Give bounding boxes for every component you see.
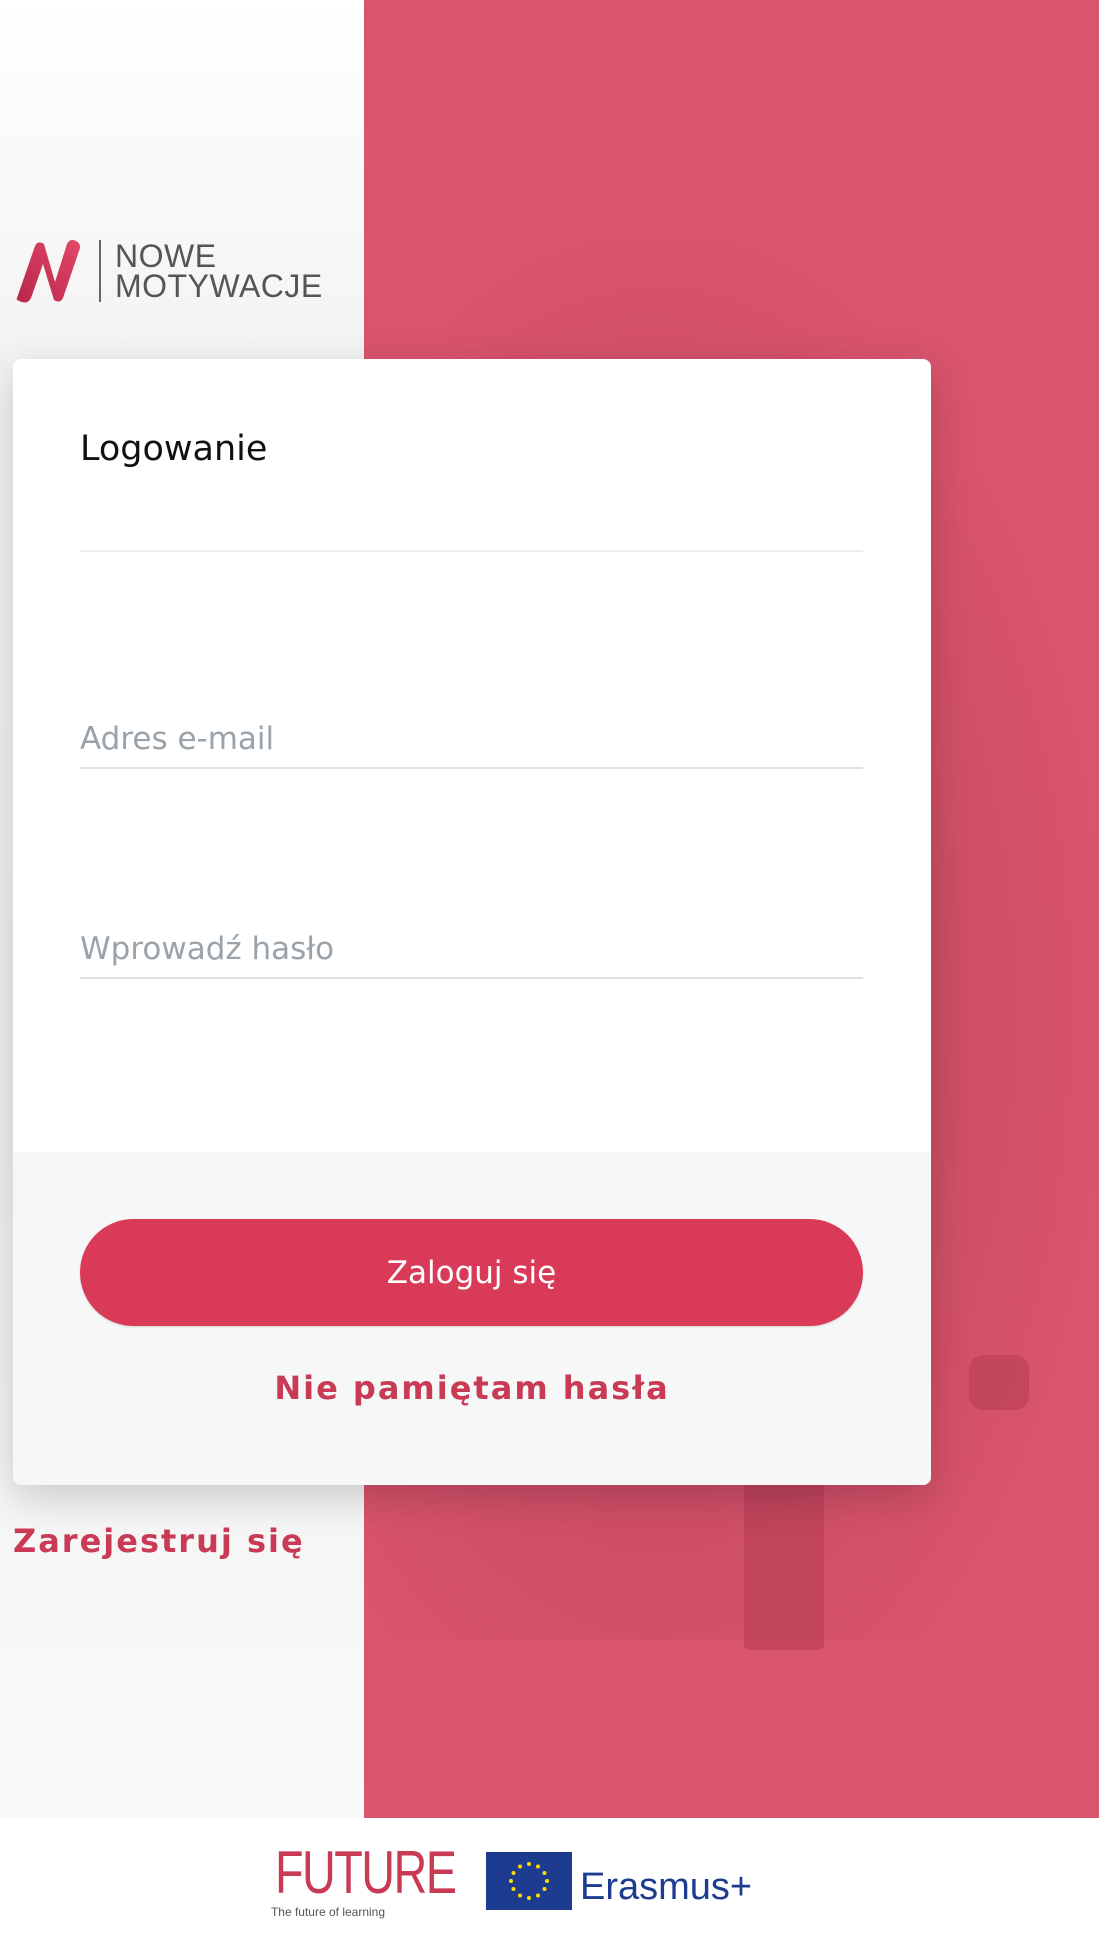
forgot-password-link[interactable]: Nie pamiętam hasła: [13, 1369, 931, 1407]
brand-line1: NOWE: [115, 238, 217, 274]
register-link[interactable]: Zarejestruj się: [13, 1522, 305, 1560]
logo-separator: [99, 240, 101, 302]
title-divider: [80, 550, 863, 552]
desk-object-block: [744, 1480, 824, 1650]
login-button[interactable]: Zaloguj się: [80, 1219, 863, 1326]
password-input[interactable]: [80, 921, 863, 979]
desk-object-cup: [969, 1355, 1029, 1410]
erasmus-wordmark: Erasmus+: [580, 1866, 753, 1908]
eu-flag-icon: [486, 1852, 572, 1910]
brand-line2: MOTYWACJE: [115, 268, 323, 304]
future-tagline: The future of learning: [270, 1905, 386, 1919]
login-card: Logowanie Zaloguj się Nie pamiętam hasła: [13, 359, 931, 1485]
future-wordmark: FUTURE: [274, 1839, 457, 1906]
brand-wordmark: NOWE MOTYWACJE: [115, 238, 323, 304]
brand-logo: NOWE MOTYWACJE: [13, 236, 353, 306]
email-input[interactable]: [80, 711, 863, 769]
login-title: Logowanie: [80, 429, 268, 469]
brand-n-icon: [16, 240, 80, 303]
future-logo: FUTURE The future of learning: [260, 1839, 457, 1923]
